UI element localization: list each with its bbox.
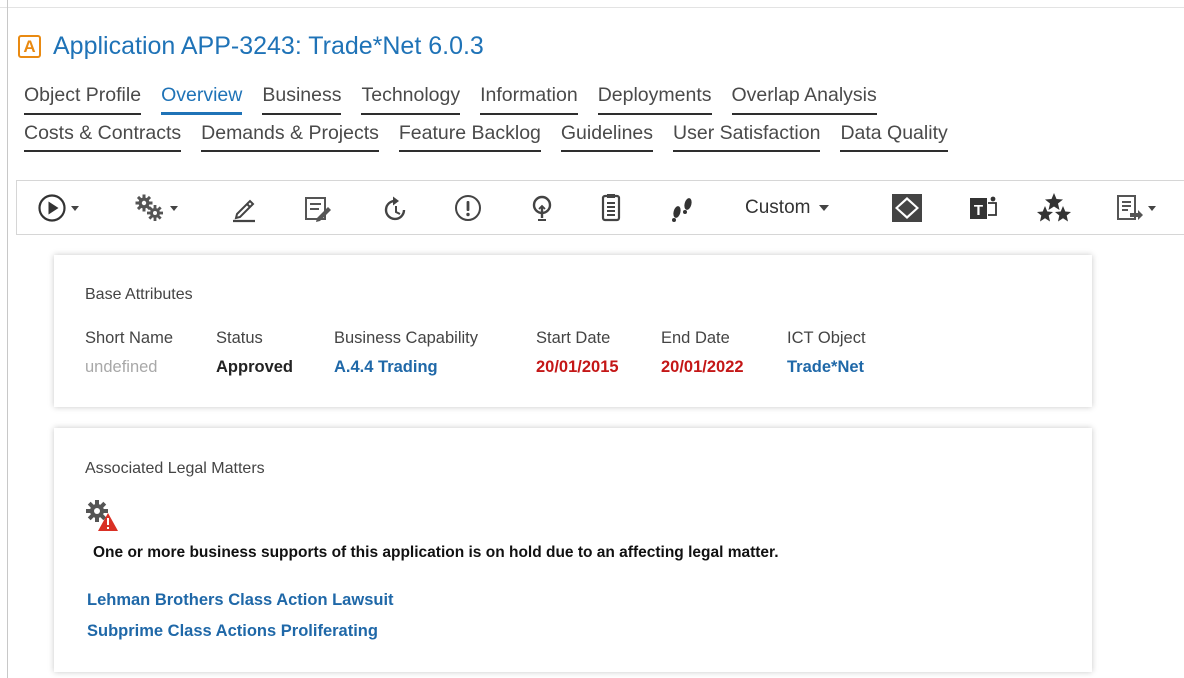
tab-business[interactable]: Business	[262, 84, 342, 115]
legal-matters-title: Associated Legal Matters	[85, 460, 265, 477]
settings-menu-button[interactable]	[134, 191, 178, 225]
legal-matters-card: Associated Legal Matters One or more bus…	[54, 428, 1092, 672]
edit-button[interactable]	[229, 191, 259, 225]
footsteps-button[interactable]	[667, 191, 699, 225]
tab-demands-projects[interactable]: Demands & Projects	[201, 122, 379, 152]
play-menu-button[interactable]	[37, 191, 79, 225]
attr-short-name: Short Name undefined	[85, 329, 173, 377]
custom-dropdown-label: Custom	[745, 197, 811, 218]
short-name-label: Short Name	[85, 329, 174, 347]
alert-button[interactable]	[453, 191, 483, 225]
diamond-icon	[892, 194, 922, 222]
rating-button[interactable]	[1037, 191, 1071, 225]
start-date-label: Start Date	[536, 329, 611, 347]
tab-row-1: Object Profile Overview Business Technol…	[24, 84, 877, 115]
export-document-icon	[1117, 195, 1143, 220]
tab-guidelines[interactable]: Guidelines	[560, 122, 654, 152]
attr-status: Status Approved	[216, 329, 293, 377]
gears-icon	[135, 194, 163, 221]
refresh-button[interactable]	[381, 191, 411, 225]
tab-information[interactable]: Information	[480, 84, 578, 115]
tab-row-2: Costs & Contracts Demands & Projects Fea…	[24, 122, 948, 152]
refresh-clock-icon	[384, 196, 406, 221]
application-badge-icon: A	[18, 34, 41, 58]
footsteps-icon	[672, 198, 692, 222]
stars-icon	[1037, 193, 1071, 222]
edit-pencil-icon	[233, 199, 255, 223]
base-attributes-title: Base Attributes	[85, 286, 193, 303]
top-border	[0, 7, 1184, 8]
status-value: Approved	[216, 358, 294, 376]
chevron-down-icon	[1148, 205, 1156, 211]
svg-text:T: T	[974, 202, 983, 219]
idea-button[interactable]	[527, 191, 557, 225]
ict-object-label: ICT Object	[787, 329, 866, 347]
base-attributes-card: Base Attributes Short Name undefined Sta…	[54, 255, 1092, 407]
chevron-down-icon	[819, 205, 830, 211]
chevron-down-icon	[71, 205, 79, 211]
legal-matter-link[interactable]: Lehman Brothers Class Action Lawsuit	[87, 591, 394, 610]
legal-hold-warning: One or more business supports of this ap…	[93, 544, 779, 561]
tab-overlap-analysis[interactable]: Overlap Analysis	[731, 84, 877, 115]
export-menu-button[interactable]	[1114, 191, 1156, 225]
teams-icon: T	[970, 196, 997, 219]
tab-object-profile[interactable]: Object Profile	[24, 84, 142, 115]
status-label: Status	[216, 329, 263, 347]
play-circle-icon	[38, 194, 66, 222]
clipboard-icon	[601, 194, 621, 222]
clipboard-button[interactable]	[597, 191, 625, 225]
edit-form-icon	[305, 197, 331, 222]
attr-ict-object: ICT Object Trade*Net	[787, 329, 866, 377]
gear-warning-icon	[86, 500, 118, 531]
attr-start-date: Start Date 20/01/2015	[536, 329, 619, 377]
tab-feature-backlog[interactable]: Feature Backlog	[398, 122, 541, 152]
tab-user-satisfaction[interactable]: User Satisfaction	[673, 122, 821, 152]
end-date-value: 20/01/2022	[661, 358, 744, 376]
teams-button[interactable]: T	[967, 191, 1001, 225]
edit-form-button[interactable]	[302, 191, 334, 225]
attr-business-capability: Business Capability A.4.4 Trading	[334, 329, 478, 377]
business-capability-link[interactable]: A.4.4 Trading	[334, 358, 478, 377]
toolbar: Custom T	[16, 180, 1184, 235]
tab-technology[interactable]: Technology	[361, 84, 461, 115]
tab-overview[interactable]: Overview	[161, 84, 243, 115]
alert-circle-icon	[455, 195, 481, 221]
ict-object-link[interactable]: Trade*Net	[787, 358, 866, 377]
short-name-value: undefined	[85, 358, 158, 376]
start-date-value: 20/01/2015	[536, 358, 619, 376]
page-header: A Application APP-3243: Trade*Net 6.0.3	[18, 30, 484, 62]
end-date-label: End Date	[661, 329, 730, 347]
legal-matter-link[interactable]: Subprime Class Actions Proliferating	[87, 622, 378, 641]
tab-data-quality[interactable]: Data Quality	[840, 122, 948, 152]
chevron-down-icon	[170, 205, 178, 211]
business-capability-label: Business Capability	[334, 329, 478, 347]
custom-dropdown[interactable]: Custom	[745, 191, 830, 225]
tab-costs-contracts[interactable]: Costs & Contracts	[24, 122, 182, 152]
diamond-view-button[interactable]	[890, 191, 924, 225]
page-title: Application APP-3243: Trade*Net 6.0.3	[53, 31, 484, 60]
lightbulb-icon	[532, 195, 552, 221]
attr-end-date: End Date 20/01/2022	[661, 329, 744, 377]
tab-deployments[interactable]: Deployments	[597, 84, 712, 115]
left-border	[7, 0, 8, 678]
